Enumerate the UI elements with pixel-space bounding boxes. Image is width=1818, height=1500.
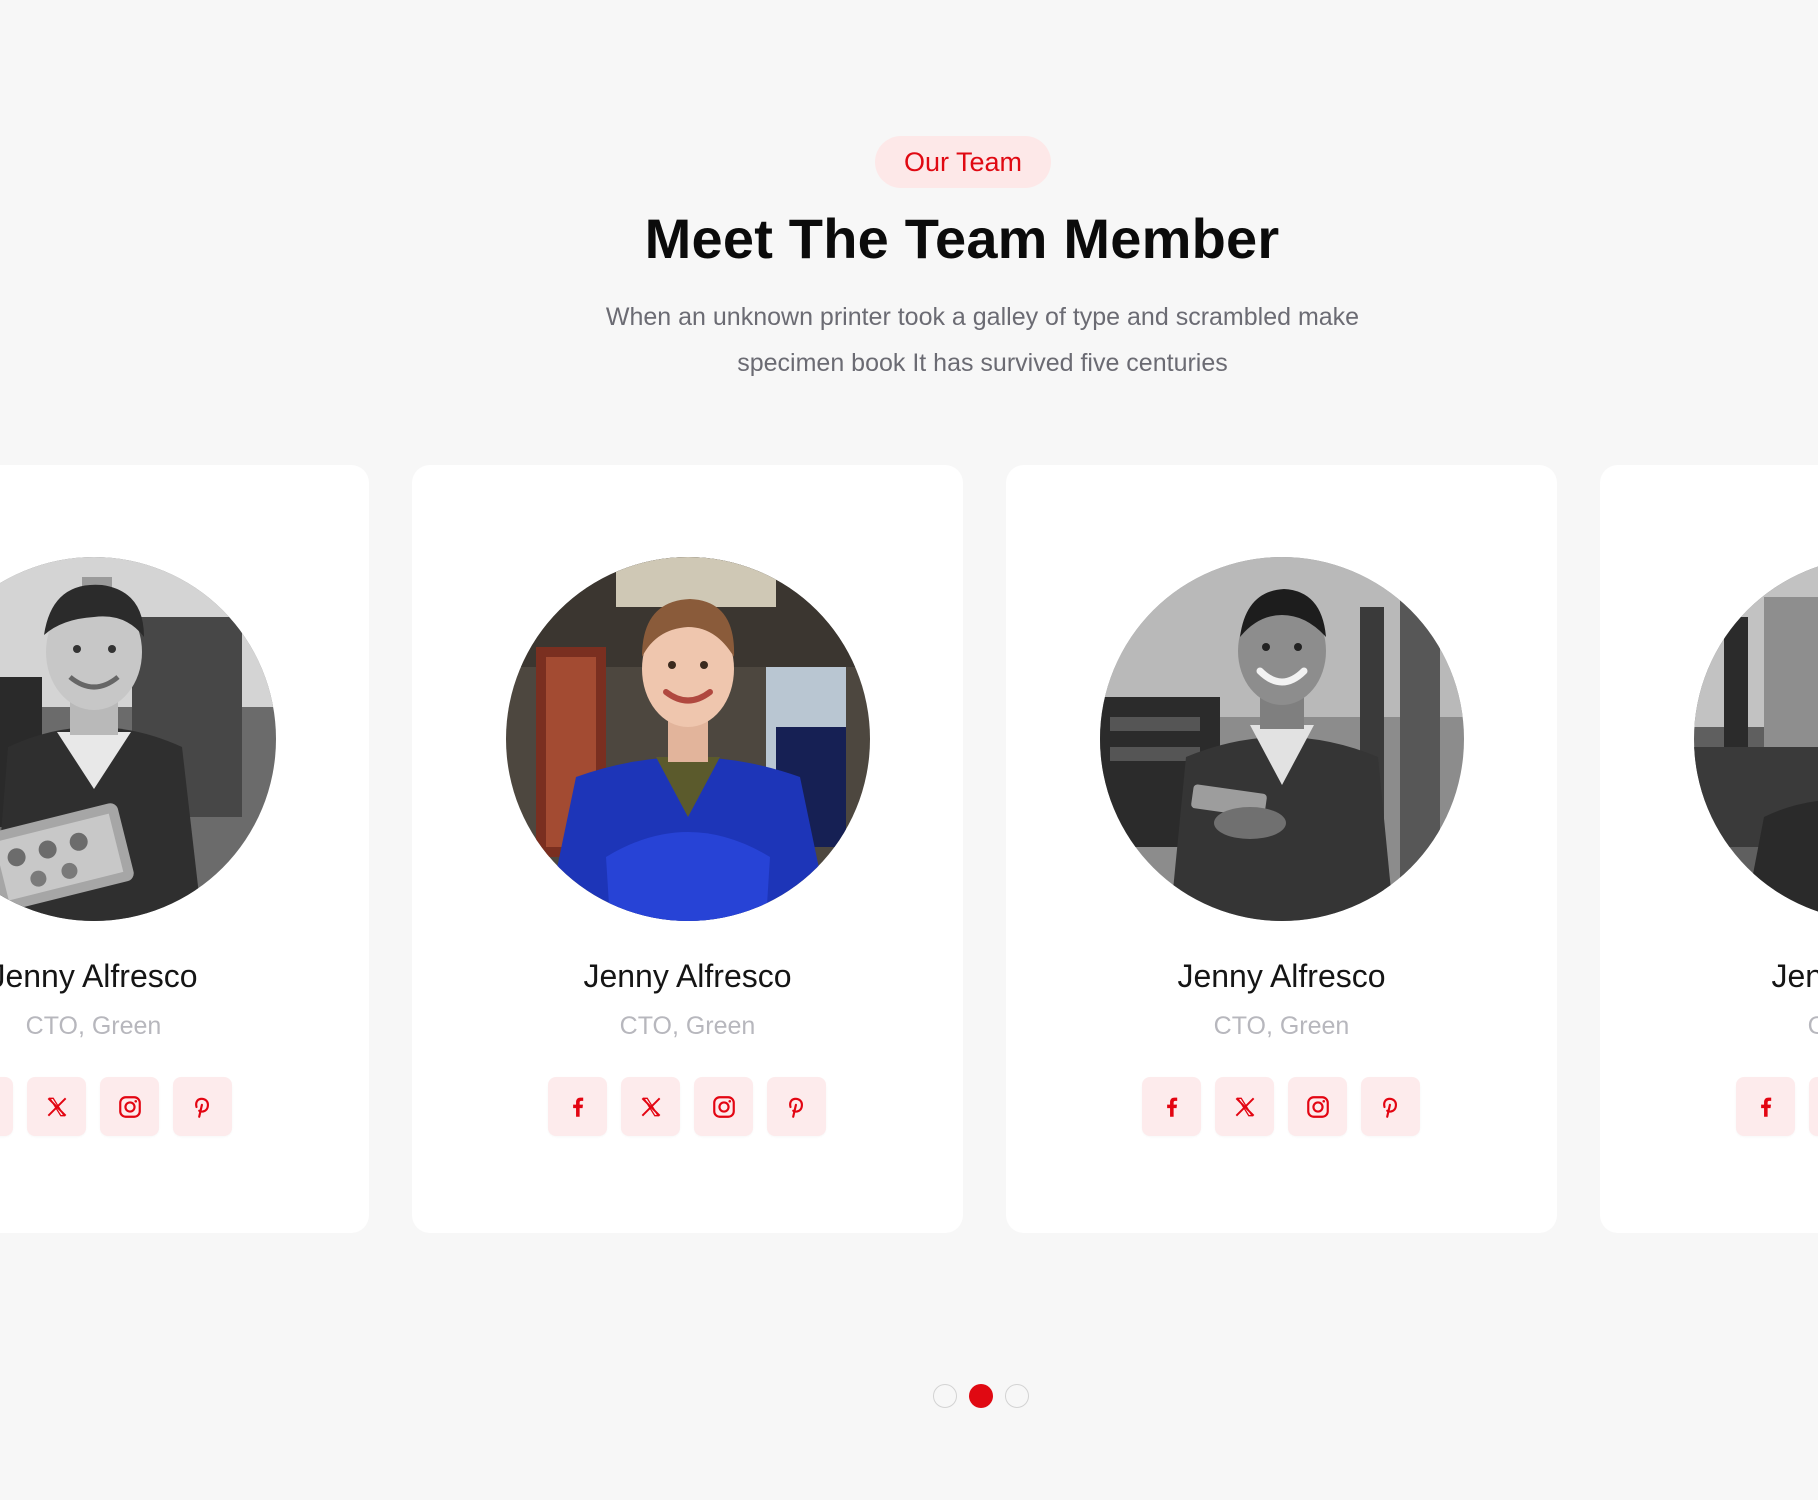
team-member-card[interactable]: Jenny Alfresco CTO, Green — [412, 465, 963, 1233]
mechanic-photo-grayscale — [0, 557, 276, 921]
pinterest-link[interactable] — [767, 1077, 826, 1136]
carousel-dot-2[interactable] — [969, 1384, 993, 1408]
team-member-role: CTO, Green — [619, 1012, 756, 1040]
team-member-photo — [1694, 557, 1818, 921]
x-icon — [44, 1094, 70, 1120]
facebook-link[interactable] — [1142, 1077, 1201, 1136]
pinterest-link[interactable] — [1361, 1077, 1420, 1136]
x-link[interactable] — [621, 1077, 680, 1136]
x-link[interactable] — [27, 1077, 86, 1136]
facebook-link[interactable] — [548, 1077, 607, 1136]
team-member-name: Jenny Alfresco — [583, 958, 792, 994]
x-icon — [1232, 1094, 1258, 1120]
pinterest-icon — [1378, 1094, 1404, 1120]
mechanic-photo-grayscale — [1100, 557, 1464, 921]
subtitle-line-2: specimen book It has survived five centu… — [737, 349, 1228, 377]
carousel-dot-3[interactable] — [1005, 1384, 1029, 1408]
social-links — [548, 1077, 826, 1136]
instagram-icon — [117, 1094, 143, 1120]
section-eyebrow-badge: Our Team — [875, 136, 1051, 188]
instagram-link[interactable] — [694, 1077, 753, 1136]
carousel-pagination — [933, 1384, 1029, 1408]
team-member-card[interactable]: Jenny Alfresco CTO, Green — [0, 465, 369, 1233]
facebook-icon — [1159, 1094, 1185, 1120]
team-member-photo — [0, 557, 276, 921]
team-member-name: Jenny Alfresco — [1177, 958, 1386, 994]
x-icon — [638, 1094, 664, 1120]
carousel-dot-1[interactable] — [933, 1384, 957, 1408]
instagram-link[interactable] — [100, 1077, 159, 1136]
social-links — [1736, 1077, 1818, 1136]
team-member-role: CTO, Green — [25, 1012, 162, 1040]
section-title: Meet The Team Member — [644, 207, 1280, 270]
section-subtitle: When an unknown printer took a galley of… — [520, 294, 1445, 386]
team-member-photo — [1100, 557, 1464, 921]
instagram-link[interactable] — [1288, 1077, 1347, 1136]
team-member-name: Jenny Alfresco — [1771, 958, 1818, 994]
pinterest-icon — [784, 1094, 810, 1120]
instagram-icon — [1305, 1094, 1331, 1120]
team-carousel[interactable]: Jenny Alfresco CTO, Green Jenny Alfresco… — [0, 465, 1818, 1233]
pinterest-link[interactable] — [173, 1077, 232, 1136]
instagram-icon — [711, 1094, 737, 1120]
team-member-role: CTO, Green — [1807, 1012, 1818, 1040]
team-member-role: CTO, Green — [1213, 1012, 1350, 1040]
mechanic-photo-color — [506, 557, 870, 921]
team-member-name: Jenny Alfresco — [0, 958, 198, 994]
team-section: Our Team Meet The Team Member When an un… — [0, 0, 1818, 1500]
team-member-photo — [506, 557, 870, 921]
social-links — [0, 1077, 232, 1136]
mechanic-photo-grayscale — [1694, 557, 1818, 921]
team-member-card[interactable]: Jenny Alfresco CTO, Green — [1006, 465, 1557, 1233]
pinterest-icon — [190, 1094, 216, 1120]
subtitle-line-1: When an unknown printer took a galley of… — [605, 303, 1360, 331]
facebook-link[interactable] — [1736, 1077, 1795, 1136]
facebook-icon — [1753, 1094, 1779, 1120]
facebook-icon — [565, 1094, 591, 1120]
facebook-link[interactable] — [0, 1077, 13, 1136]
x-link[interactable] — [1215, 1077, 1274, 1136]
team-member-card[interactable]: Jenny Alfresco CTO, Green — [1600, 465, 1818, 1233]
social-links — [1142, 1077, 1420, 1136]
x-link[interactable] — [1809, 1077, 1818, 1136]
